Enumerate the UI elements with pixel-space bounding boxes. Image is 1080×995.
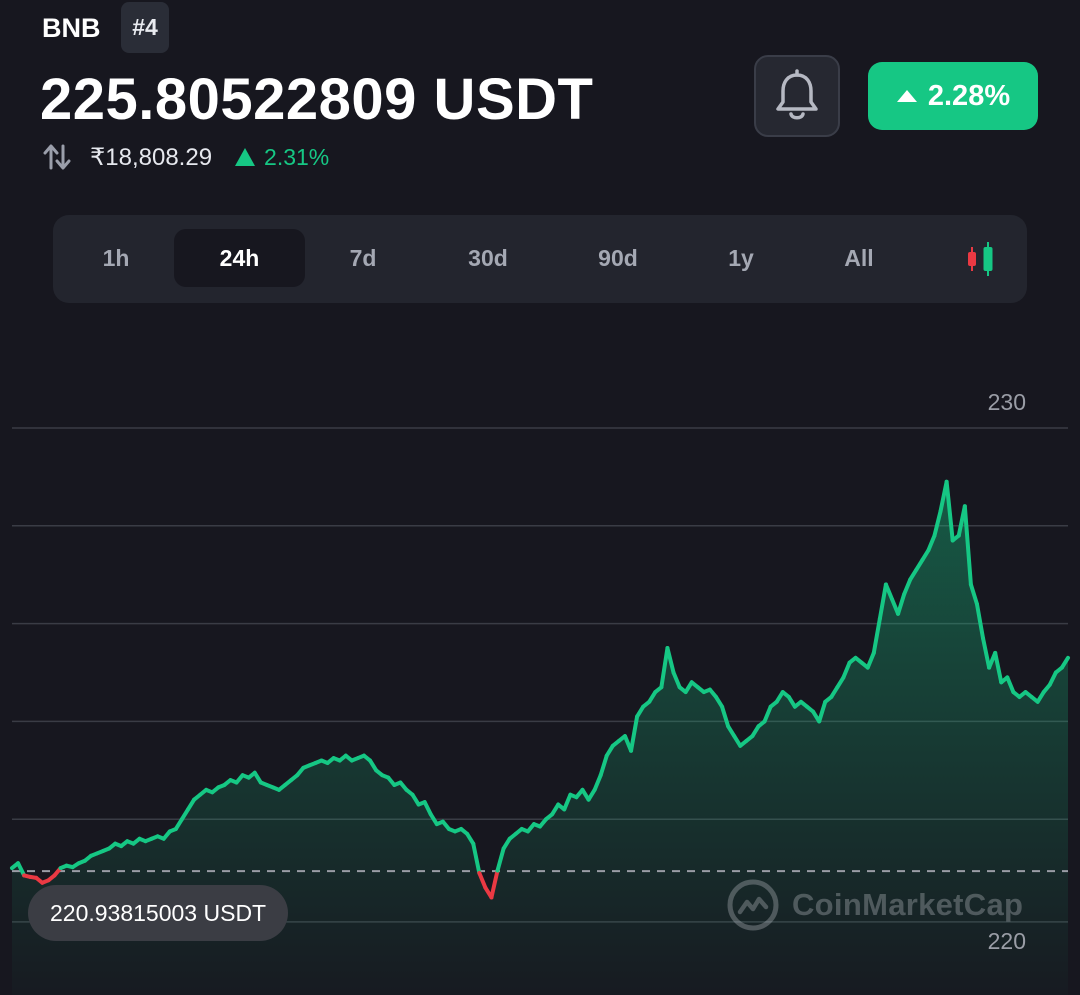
tab-1y[interactable]: 1y — [695, 229, 787, 287]
coinmarketcap-logo-icon — [727, 879, 779, 931]
tab-30d[interactable]: 30d — [433, 229, 543, 287]
inr-change-value: 2.31% — [264, 143, 330, 170]
tab-1h[interactable]: 1h — [73, 229, 159, 287]
timeframe-selector: 1h 24h 7d 30d 90d 1y All — [53, 215, 1027, 303]
watermark: CoinMarketCap — [726, 877, 1023, 933]
triangle-up-icon — [235, 148, 256, 166]
watermark-text: CoinMarketCap — [792, 887, 1024, 922]
reference-price-tag: 220.93815003 USDT — [28, 885, 289, 941]
tab-all[interactable]: All — [809, 229, 909, 287]
tab-24h[interactable]: 24h — [174, 229, 305, 287]
price-alert-button[interactable] — [754, 55, 840, 137]
rank-badge: #4 — [121, 2, 169, 53]
tab-7d[interactable]: 7d — [315, 229, 411, 287]
swap-arrows-icon[interactable] — [42, 142, 72, 172]
inr-change: 2.31% — [234, 144, 329, 171]
triangle-up-icon — [896, 90, 917, 102]
tab-90d[interactable]: 90d — [563, 229, 673, 287]
price-change-value: 2.28% — [927, 79, 1011, 112]
price-change-badge: 2.28% — [868, 62, 1038, 130]
y-tick-label-230: 230 — [988, 389, 1026, 415]
current-price: 225.80522809 USDT — [40, 67, 594, 132]
coin-symbol: BNB — [42, 13, 101, 43]
bell-icon — [776, 69, 818, 120]
candlestick-icon[interactable] — [961, 239, 1001, 279]
inr-price: ₹18,808.29 — [90, 143, 213, 171]
secondary-price-row: ₹18,808.29 2.31% — [42, 140, 329, 174]
